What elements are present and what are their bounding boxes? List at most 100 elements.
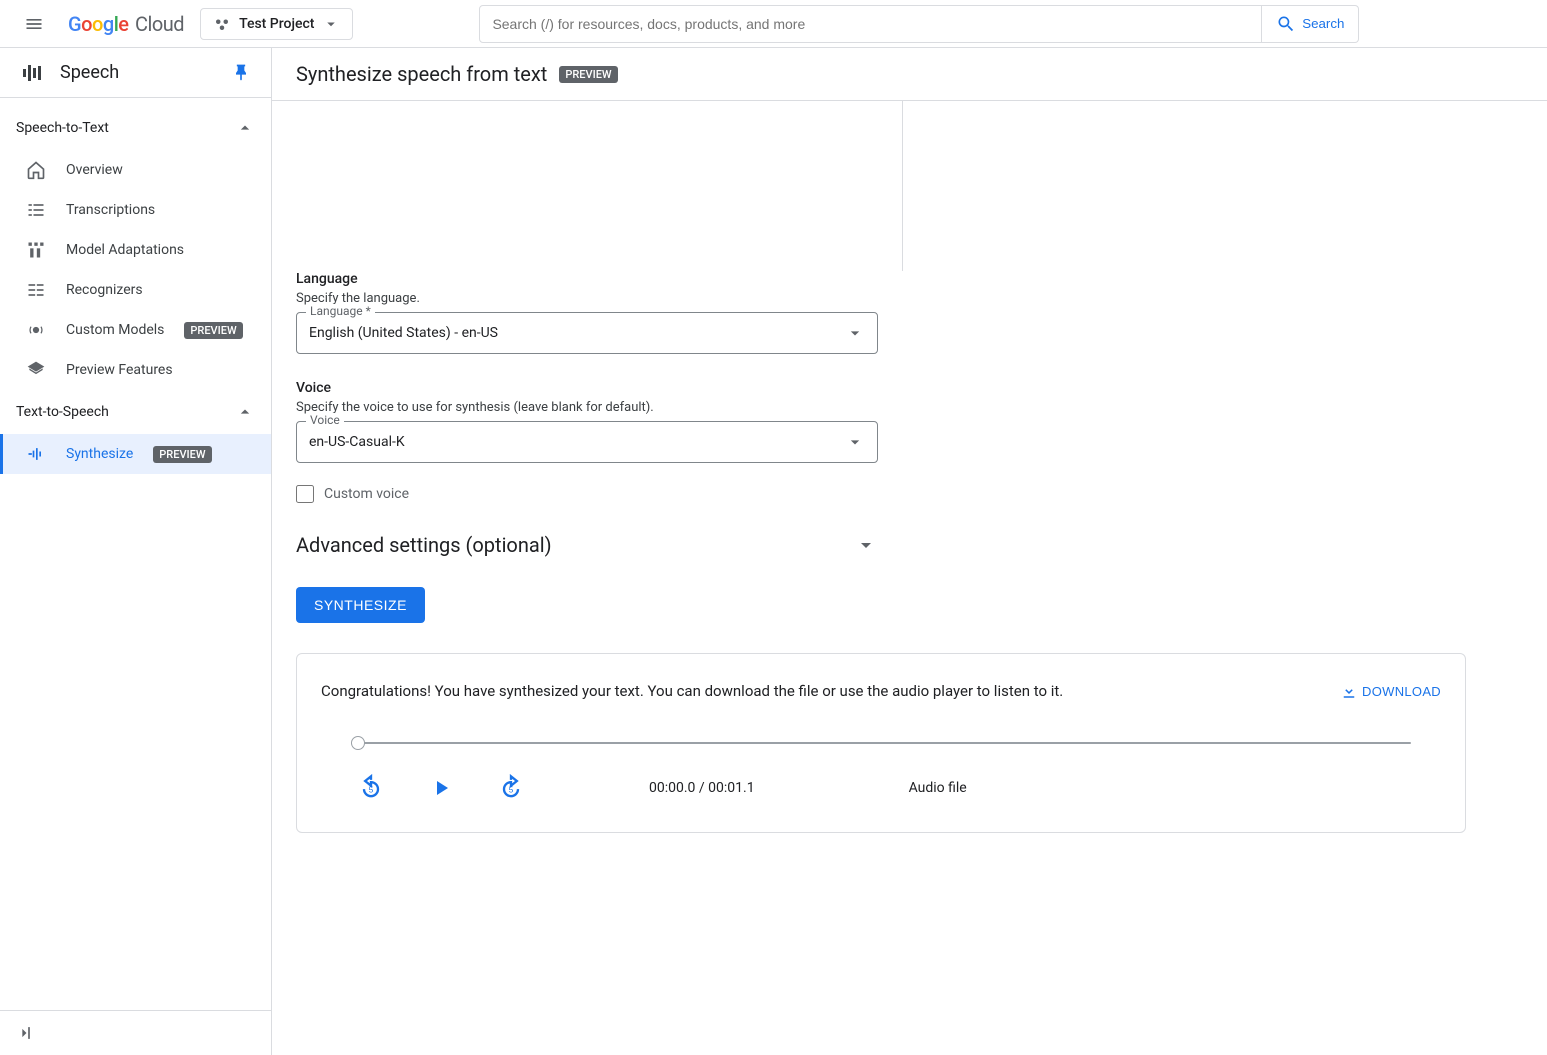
- download-button[interactable]: DOWNLOAD: [1340, 682, 1441, 700]
- nav-item-synthesize[interactable]: Synthesize PREVIEW: [0, 434, 271, 474]
- audio-controls: 5 5 00:00.0 / 00:01.1 Audio file: [351, 774, 1411, 802]
- voice-value: en-US-Casual-K: [309, 434, 405, 450]
- preview-badge: PREVIEW: [153, 446, 211, 463]
- voice-float-label: Voice: [306, 413, 344, 427]
- nav-group-tts-label: Text-to-Speech: [16, 404, 109, 420]
- download-icon: [1340, 682, 1358, 700]
- preview-badge: PREVIEW: [184, 322, 242, 339]
- sidebar-collapse-button[interactable]: [8, 1017, 40, 1049]
- play-icon: [429, 776, 453, 800]
- collapse-icon: [14, 1023, 34, 1043]
- search-button[interactable]: Search: [1262, 5, 1359, 43]
- dropdown-icon: [845, 432, 865, 452]
- sidebar: Speech Speech-to-Text Overview Transcrip…: [0, 48, 272, 1055]
- pin-button[interactable]: [231, 63, 251, 83]
- voice-section-label: Voice: [296, 380, 878, 396]
- chevron-up-icon: [235, 402, 255, 422]
- nav-item-label: Preview Features: [66, 362, 173, 378]
- project-icon: [213, 15, 231, 33]
- advanced-settings-toggle[interactable]: Advanced settings (optional): [296, 533, 878, 557]
- chevron-down-icon: [854, 533, 878, 557]
- nav-item-label: Model Adaptations: [66, 242, 184, 258]
- synthesize-button[interactable]: SYNTHESIZE: [296, 587, 425, 623]
- download-label: DOWNLOAD: [1362, 684, 1441, 699]
- play-button[interactable]: [429, 776, 453, 800]
- audio-time: 00:00.0 / 00:01.1: [649, 780, 755, 796]
- replay-5-icon: 5: [357, 774, 385, 802]
- nav-group-tts[interactable]: Text-to-Speech: [0, 390, 271, 434]
- service-title: Speech: [60, 62, 215, 83]
- content-area: Language Specify the language. Language …: [272, 101, 1547, 1055]
- service-header: Speech: [0, 48, 271, 98]
- dropdown-icon: [845, 323, 865, 343]
- sidebar-nav: Speech-to-Text Overview Transcriptions M…: [0, 98, 271, 1010]
- audio-player: 5 5 00:00.0 / 00:01.1 Audio file: [321, 742, 1441, 802]
- nav-item-label: Overview: [66, 162, 123, 178]
- search-input[interactable]: [492, 16, 1249, 32]
- language-help: Specify the language.: [296, 291, 878, 306]
- list-icon: [26, 200, 46, 220]
- sidebar-collapse-row: [0, 1010, 271, 1055]
- dropdown-icon: [322, 15, 340, 33]
- svg-text:5: 5: [509, 786, 514, 795]
- nav-item-adaptations[interactable]: Model Adaptations: [0, 230, 271, 270]
- nav-item-label: Custom Models: [66, 322, 164, 338]
- nav-group-stt[interactable]: Speech-to-Text: [0, 106, 271, 150]
- audio-icon: [26, 320, 46, 340]
- chevron-up-icon: [235, 118, 255, 138]
- project-picker[interactable]: Test Project: [200, 8, 353, 40]
- page-title: Synthesize speech from text: [296, 62, 547, 86]
- custom-voice-label: Custom voice: [324, 486, 409, 502]
- result-top-row: Congratulations! You have synthesized yo…: [321, 682, 1441, 700]
- search-icon: [1276, 14, 1296, 34]
- pin-icon: [231, 63, 251, 83]
- nav-item-custom-models[interactable]: Custom Models PREVIEW: [0, 310, 271, 350]
- voice-select[interactable]: en-US-Casual-K: [296, 421, 878, 463]
- custom-voice-checkbox[interactable]: [296, 485, 314, 503]
- nav-item-label: Recognizers: [66, 282, 143, 298]
- voice-field: Voice en-US-Casual-K: [296, 421, 878, 463]
- advanced-settings-label: Advanced settings (optional): [296, 533, 552, 557]
- language-value: English (United States) - en-US: [309, 325, 498, 341]
- nav-item-overview[interactable]: Overview: [0, 150, 271, 190]
- side-divider: [902, 101, 903, 271]
- audio-file-label: Audio file: [909, 780, 967, 796]
- rewind-5-button[interactable]: 5: [357, 774, 385, 802]
- project-name: Test Project: [239, 16, 314, 32]
- google-cloud-logo[interactable]: Google Cloud: [68, 12, 184, 36]
- language-select[interactable]: English (United States) - en-US: [296, 312, 878, 354]
- search-container: Search: [479, 5, 1359, 43]
- global-header: Google Cloud Test Project Search: [0, 0, 1547, 48]
- nav-item-label: Transcriptions: [66, 202, 155, 218]
- page-header: Synthesize speech from text PREVIEW: [272, 48, 1547, 101]
- audio-track-thumb[interactable]: [351, 736, 365, 750]
- page-preview-badge: PREVIEW: [559, 66, 617, 83]
- nav-group-stt-label: Speech-to-Text: [16, 120, 109, 136]
- nav-item-label: Synthesize: [66, 446, 133, 462]
- speech-service-icon: [20, 61, 44, 85]
- svg-text:5: 5: [369, 786, 374, 795]
- voice-help: Specify the voice to use for synthesis (…: [296, 400, 878, 415]
- search-button-label: Search: [1302, 16, 1344, 31]
- main-content: Synthesize speech from text PREVIEW Lang…: [272, 48, 1547, 1055]
- result-message: Congratulations! You have synthesized yo…: [321, 682, 1324, 700]
- layers-icon: [26, 360, 46, 380]
- form-column: Language Specify the language. Language …: [272, 101, 902, 1055]
- forward-5-button[interactable]: 5: [497, 774, 525, 802]
- search-box[interactable]: [479, 5, 1262, 43]
- recognizer-icon: [26, 280, 46, 300]
- nav-item-recognizers[interactable]: Recognizers: [0, 270, 271, 310]
- forward-5-icon: 5: [497, 774, 525, 802]
- language-section-label: Language: [296, 271, 878, 287]
- model-icon: [26, 240, 46, 260]
- nav-item-preview-features[interactable]: Preview Features: [0, 350, 271, 390]
- home-icon: [26, 160, 46, 180]
- nav-item-transcriptions[interactable]: Transcriptions: [0, 190, 271, 230]
- audio-track[interactable]: [351, 742, 1411, 744]
- synthesize-icon: [26, 444, 46, 464]
- custom-voice-checkbox-row[interactable]: Custom voice: [296, 485, 878, 503]
- hamburger-icon: [24, 14, 44, 34]
- main-menu-button[interactable]: [16, 6, 52, 42]
- language-field: Language * English (United States) - en-…: [296, 312, 878, 354]
- language-float-label: Language *: [306, 304, 375, 318]
